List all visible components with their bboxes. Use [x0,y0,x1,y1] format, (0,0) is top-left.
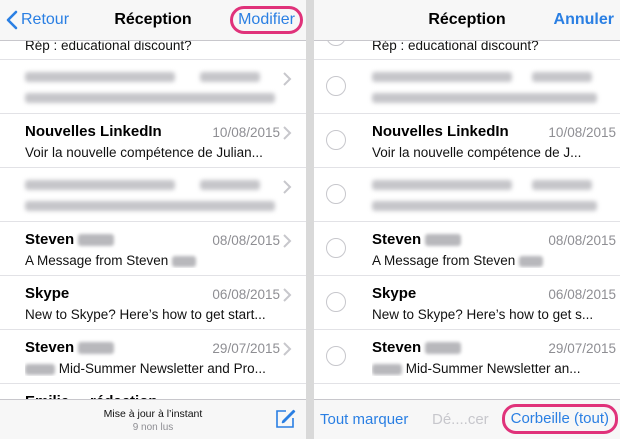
list-item[interactable]: Nouvelles LinkedIn 10/08/2015 Voir la no… [0,114,306,168]
message-preview: A Message from Steven [372,253,516,268]
inbox-edit-panel: Réception Annuler Rép : educational disc… [314,0,620,439]
back-label: Retour [21,11,70,28]
select-checkbox[interactable] [326,238,346,258]
message-preview: New to Skype? Here’s how to get s... [372,307,594,322]
unread-count: 9 non lus [132,422,174,433]
redacted-date [200,180,260,190]
redacted-name [425,234,462,247]
message-list: Rép : educational discount? Nouvelles Li… [0,34,306,438]
trash-all-button[interactable]: Corbeille (tout) [501,404,618,434]
list-item[interactable]: Steven 29/07/2015 Mid-Summer Newsletter … [0,330,306,384]
message-date: 29/07/2015 [548,341,616,356]
message-preview-row: A Message from Steven [25,253,280,268]
message-preview-row: A Message from Steven [372,253,602,268]
message-preview: Mid-Summer Newsletter an... [405,361,581,376]
message-date: 29/07/2015 [212,341,280,356]
list-item[interactable]: Skype 06/08/2015 New to Skype? Here’s ho… [0,276,306,330]
message-preview-row: Mid-Summer Newsletter an... [372,361,602,376]
back-button[interactable]: Retour [6,0,69,40]
redacted-preview [25,201,275,211]
select-checkbox[interactable] [326,184,346,204]
chevron-right-icon [283,342,292,356]
message-sender: Nouvelles LinkedIn [372,123,509,140]
message-preview: A Message from Steven [25,253,169,268]
message-sender: Steven [25,339,75,356]
message-sender: Skype [372,285,417,302]
list-item[interactable] [314,60,620,114]
message-preview: Voir la nouvelle compétence de J... [372,145,582,160]
chevron-right-icon [283,234,292,248]
nav-bar: Réception Retour Modifier [0,0,306,41]
compose-icon[interactable] [274,408,296,430]
redacted-sender [25,180,175,190]
update-status: Mise à jour à l’instant [103,408,203,420]
message-sender: Nouvelles LinkedIn [25,123,162,140]
select-checkbox[interactable] [326,346,346,366]
list-item[interactable]: Steven 08/08/2015 A Message from Steven [0,222,306,276]
message-date: 10/08/2015 [212,125,280,140]
message-sender-row: Steven [372,231,462,248]
message-preview-row: Mid-Summer Newsletter and Pro... [25,361,280,376]
message-sender-row: Steven [372,339,462,356]
redacted-date [532,72,592,82]
message-date: 10/08/2015 [548,125,616,140]
message-preview: Mid-Summer Newsletter and Pro... [58,361,266,376]
list-item[interactable]: Nouvelles LinkedIn 10/08/2015 Voir la no… [314,114,620,168]
redacted-date [532,180,592,190]
message-sender-row: Steven [25,339,115,356]
redacted-name [78,342,115,355]
list-item[interactable] [0,60,306,114]
message-sender: Steven [372,231,422,248]
message-list: Rép : educational discount? Nouvelles Li… [314,26,620,384]
redacted-preview [372,201,597,211]
list-item[interactable]: Steven 08/08/2015 A Message from Steven [314,222,620,276]
select-checkbox[interactable] [326,292,346,312]
cancel-button[interactable]: Annuler [554,0,614,40]
redacted-sender [25,72,175,82]
redacted-date [200,72,260,82]
list-item[interactable]: Skype 06/08/2015 New to Skype? Here’s ho… [314,276,620,330]
chevron-left-icon [6,10,18,30]
redacted-name [172,255,197,267]
inbox-panel: Réception Retour Modifier Rép : educatio… [0,0,306,439]
chevron-right-icon [283,288,292,302]
message-sender: Skype [25,285,70,302]
chevron-right-icon [283,180,292,194]
message-date: 08/08/2015 [212,233,280,248]
bottom-toolbar: Tout marquer Dé....cer Corbeille (tout) [314,399,620,439]
edit-button[interactable]: Modifier [230,6,303,34]
mark-all-button[interactable]: Tout marquer [320,400,408,439]
nav-bar: Réception Annuler [314,0,620,41]
message-date: 06/08/2015 [548,287,616,302]
redacted-preview [372,93,597,103]
redacted-name [372,363,402,375]
redacted-sender [372,180,512,190]
redacted-name [519,255,544,267]
select-checkbox[interactable] [326,76,346,96]
redacted-name [425,342,462,355]
message-date: 06/08/2015 [212,287,280,302]
message-preview: New to Skype? Here’s how to get start... [25,307,266,322]
list-item[interactable] [0,168,306,222]
redacted-name [78,234,115,247]
redacted-sender [372,72,512,82]
move-button[interactable]: Dé....cer [432,400,489,439]
message-date: 08/08/2015 [548,233,616,248]
redacted-name [25,363,55,375]
list-item[interactable] [314,168,620,222]
message-sender: Steven [372,339,422,356]
chevron-right-icon [283,126,292,140]
bottom-toolbar: Mise à jour à l’instant 9 non lus [0,399,306,439]
chevron-right-icon [283,72,292,86]
select-checkbox[interactable] [326,130,346,150]
list-item[interactable]: Steven 29/07/2015 Mid-Summer Newsletter … [314,330,620,384]
message-sender-row: Steven [25,231,115,248]
redacted-preview [25,93,275,103]
message-sender: Steven [25,231,75,248]
message-preview: Voir la nouvelle compétence de Julian... [25,145,263,160]
